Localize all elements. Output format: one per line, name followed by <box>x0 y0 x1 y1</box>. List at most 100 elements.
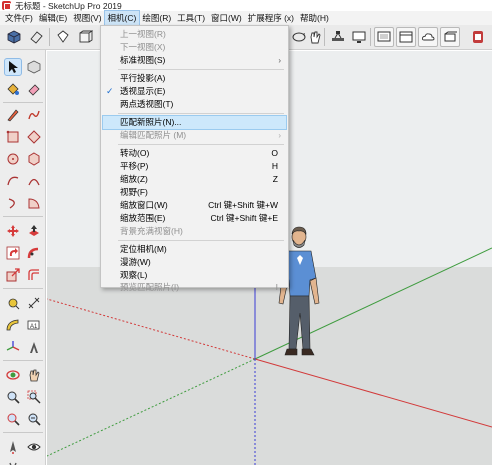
select-arrow-icon[interactable] <box>4 58 22 76</box>
pan-icon[interactable] <box>25 366 43 384</box>
menu-item-perspective[interactable]: ✓ 透视显示(E) <box>103 85 286 98</box>
menu-item-two-point-perspective[interactable]: 两点透视图(T) <box>103 98 286 111</box>
zoom-window-icon[interactable] <box>25 388 43 406</box>
components-icon[interactable] <box>440 27 460 47</box>
make-component-icon[interactable] <box>25 58 43 76</box>
menu-help[interactable]: 帮助(H) <box>297 11 332 25</box>
rotated-rectangle-icon[interactable] <box>25 128 43 146</box>
walk-icon[interactable] <box>4 458 22 465</box>
menu-item-parallel-projection[interactable]: 平行投影(A) <box>103 72 286 85</box>
camera-pan-icon[interactable] <box>328 27 348 47</box>
layout-icon[interactable] <box>396 27 416 47</box>
3d-text-icon[interactable] <box>25 338 43 356</box>
freehand-icon[interactable] <box>25 106 43 124</box>
red-axis-negative <box>47 298 256 360</box>
menu-file[interactable]: 文件(F) <box>2 11 36 25</box>
orbit-icon[interactable] <box>4 366 22 384</box>
menu-item-next-view[interactable]: 下一视图(X) <box>103 41 286 54</box>
menu-item-label: 缩放(Z) <box>120 174 148 184</box>
toolbar-separator <box>3 360 43 361</box>
left-toolbar: A1 <box>0 50 46 465</box>
cloud-icon[interactable] <box>418 27 438 47</box>
text-icon[interactable]: A1 <box>25 316 43 334</box>
toolbar-separator <box>3 216 43 217</box>
paint-bucket-icon[interactable] <box>53 27 73 47</box>
position-camera-icon[interactable] <box>4 438 22 456</box>
menu-item-preview-matched-photo[interactable]: 预览匹配照片(I) I <box>103 282 286 292</box>
polygon-icon[interactable] <box>25 150 43 168</box>
menu-item-position-camera[interactable]: 定位相机(M) <box>103 243 286 256</box>
menu-item-orbit[interactable]: 转动(O) O <box>103 147 286 160</box>
menu-item-label: 透视显示(E) <box>120 86 166 96</box>
menu-item-previous-view[interactable]: 上一视图(R) <box>103 28 286 41</box>
follow-me-icon[interactable] <box>25 244 43 262</box>
menu-draw[interactable]: 绘图(R) <box>139 11 174 25</box>
toolbar-separator <box>3 432 43 433</box>
menu-item-zoom-window[interactable]: 缩放窗口(W) Ctrl 键+Shift 键+W <box>103 199 286 212</box>
cube-icon[interactable] <box>4 27 24 47</box>
axes-icon[interactable] <box>4 338 22 356</box>
menu-separator <box>118 69 284 70</box>
svg-text:A1: A1 <box>30 324 38 330</box>
presentation-icon[interactable] <box>374 27 394 47</box>
rectangle-icon[interactable] <box>4 128 22 146</box>
menu-camera[interactable]: 相机(C) <box>103 10 141 26</box>
menu-item-shortcut: H <box>271 161 278 171</box>
paint-bucket-icon[interactable] <box>4 80 22 98</box>
three-point-arc-icon[interactable] <box>4 194 22 212</box>
menu-edit[interactable]: 编辑(E) <box>36 11 70 25</box>
extension-warehouse-icon[interactable] <box>468 27 488 47</box>
menu-item-shortcut: O <box>271 148 278 158</box>
two-point-arc-icon[interactable] <box>25 172 43 190</box>
menu-item-pan[interactable]: 平移(P) H <box>103 160 286 173</box>
menu-item-label: 背景充满视窗(H) <box>120 226 183 236</box>
menu-item-shortcut: Z <box>272 174 278 184</box>
menu-item-label: 缩放窗口(W) <box>120 200 168 210</box>
pan-hand-icon[interactable] <box>305 27 325 47</box>
push-pull-icon[interactable] <box>25 222 43 240</box>
scale-icon[interactable] <box>4 266 22 284</box>
menu-item-label: 平移(P) <box>120 161 149 171</box>
dimension-icon[interactable] <box>25 294 43 312</box>
box-icon[interactable] <box>75 27 95 47</box>
menu-item-zoom-to-photo[interactable]: 背景充满视窗(H) <box>103 225 286 238</box>
menu-separator <box>118 113 284 114</box>
rotate-icon[interactable] <box>4 244 22 262</box>
look-around-icon[interactable] <box>25 438 43 456</box>
move-icon[interactable] <box>4 222 22 240</box>
display-icon[interactable] <box>349 27 369 47</box>
circle-icon[interactable] <box>4 150 22 168</box>
zoom-icon[interactable] <box>4 388 22 406</box>
menu-window[interactable]: 窗口(W) <box>208 11 245 25</box>
eraser-icon[interactable] <box>25 80 43 98</box>
toolbar-separator <box>324 28 325 46</box>
menu-tools[interactable]: 工具(T) <box>174 11 208 25</box>
menu-item-label: 平行投影(A) <box>120 73 166 83</box>
previous-view-icon[interactable] <box>25 410 43 428</box>
menu-item-edit-matched-photo[interactable]: 编辑匹配照片 (M) › <box>103 129 286 142</box>
menu-item-walk[interactable]: 漫游(W) <box>103 256 286 269</box>
zoom-extents-icon[interactable] <box>4 410 22 428</box>
protractor-icon[interactable] <box>4 316 22 334</box>
submenu-arrow-icon: › <box>278 56 281 65</box>
menu-item-match-new-photo[interactable]: 匹配新照片(N)... <box>102 115 287 130</box>
pencil-line-icon[interactable] <box>4 106 22 124</box>
menu-item-zoom[interactable]: 缩放(Z) Z <box>103 173 286 186</box>
offset-icon[interactable] <box>25 266 43 284</box>
menu-item-label: 标准视图(S) <box>120 55 166 65</box>
toolbar-separator <box>3 102 43 103</box>
menu-item-label: 缩放范围(E) <box>120 213 166 223</box>
menu-view[interactable]: 视图(V) <box>70 11 104 25</box>
menu-item-zoom-extents[interactable]: 缩放范围(E) Ctrl 键+Shift 键+E <box>103 212 286 225</box>
menu-item-label: 下一视图(X) <box>120 42 166 52</box>
menu-item-label: 匹配新照片(N)... <box>120 117 182 127</box>
tape-measure-icon[interactable] <box>4 294 22 312</box>
menu-item-standard-views[interactable]: 标准视图(S) › <box>103 54 286 67</box>
menu-item-field-of-view[interactable]: 视野(F) <box>103 186 286 199</box>
eraser-icon[interactable] <box>26 27 46 47</box>
menu-item-shortcut: I <box>275 282 278 292</box>
pie-icon[interactable] <box>25 194 43 212</box>
menu-item-label: 预览匹配照片(I) <box>120 282 180 292</box>
menu-extensions[interactable]: 扩展程序 (x) <box>245 11 297 25</box>
arc-icon[interactable] <box>4 172 22 190</box>
